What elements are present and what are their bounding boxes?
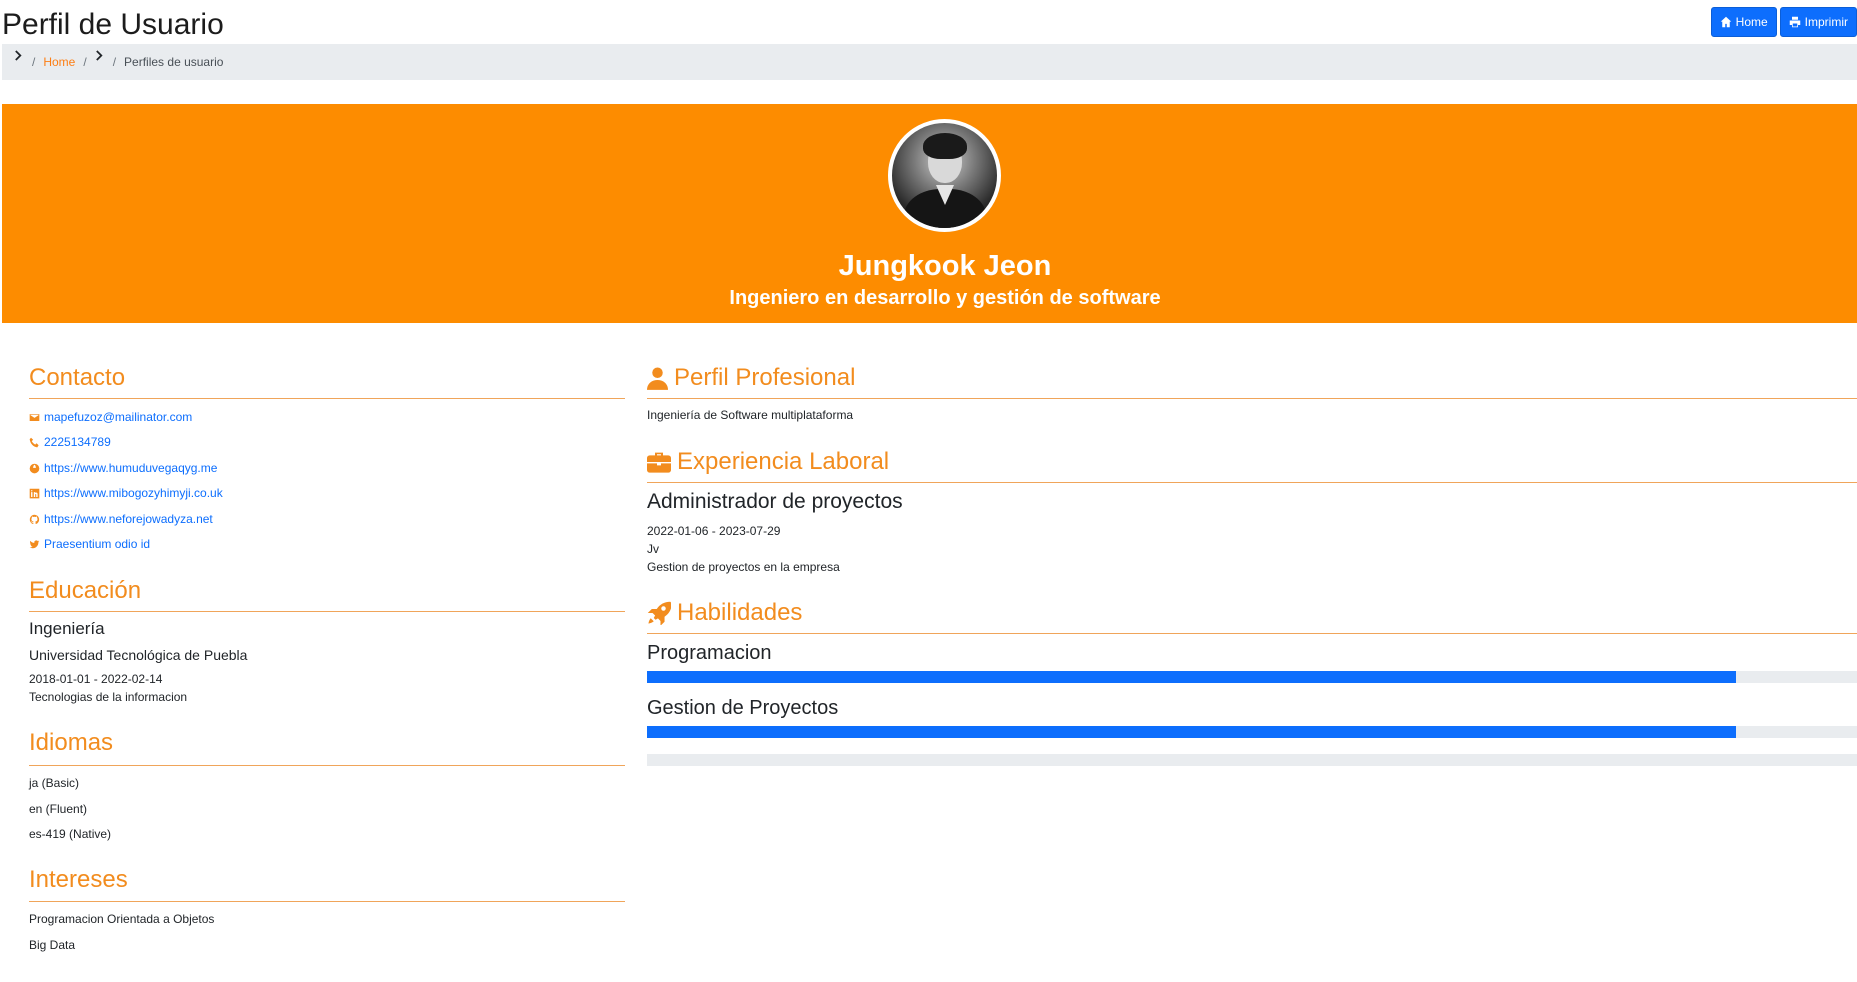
education-dates: 2018-01-01 - 2022-02-14: [29, 672, 163, 686]
home-icon: [1720, 16, 1731, 28]
language-item: es-419 (Native): [29, 827, 112, 841]
contact-phone-link[interactable]: 2225134789: [29, 435, 111, 449]
skill-progress-fill: [647, 671, 1736, 683]
breadcrumb-home-link[interactable]: Home: [43, 55, 75, 69]
professional-profile-divider: [647, 398, 1857, 399]
print-button-label: Imprimir: [1804, 15, 1848, 29]
skill-name: Gestion de Proyectos: [647, 697, 839, 719]
skill-progress-bar: [647, 671, 1857, 683]
github-icon: [29, 514, 40, 524]
skills-heading: Habilidades: [647, 599, 802, 627]
contact-website-link[interactable]: https://www.humuduvegaqyg.me: [29, 461, 217, 475]
professional-profile-text: Ingeniería de Software multiplataforma: [647, 408, 854, 422]
envelope-icon: [29, 413, 40, 421]
rocket-icon: [647, 601, 671, 625]
language-item: en (Fluent): [29, 802, 88, 816]
experience-heading: Experiencia Laboral: [647, 448, 889, 476]
experience-company: Jv: [647, 542, 659, 556]
breadcrumb-separator: /: [32, 55, 36, 69]
avatar: [888, 119, 1001, 232]
skills-divider: [647, 633, 1857, 634]
education-degree: Ingeniería: [29, 619, 105, 638]
interests-divider: [29, 901, 625, 902]
interests-heading: Intereses: [29, 866, 128, 893]
experience-description: Gestion de proyectos en la empresa: [647, 560, 840, 574]
professional-profile-heading: Perfil Profesional: [647, 364, 855, 392]
page-title: Perfil de Usuario: [2, 8, 224, 41]
skill-name: Programacion: [647, 642, 772, 664]
contact-twitter-link[interactable]: Praesentium odio id: [29, 537, 150, 551]
languages-heading: Idiomas: [29, 729, 114, 756]
education-divider: [29, 611, 625, 612]
chevron-right-icon: [14, 50, 24, 62]
skill-progress-bar: [647, 754, 1857, 766]
experience-title: Administrador de proyectos: [647, 490, 903, 513]
education-heading: Educación: [29, 577, 142, 604]
contact-email-link[interactable]: mapefuzoz@mailinator.com: [29, 410, 192, 424]
languages-divider: [29, 765, 625, 766]
language-item: ja (Basic): [29, 776, 80, 790]
skill-progress-fill: [647, 726, 1736, 738]
home-button-label: Home: [1735, 15, 1768, 29]
contact-heading: Contacto: [29, 364, 126, 391]
experience-divider: [647, 482, 1857, 483]
interest-item: Programacion Orientada a Objetos: [29, 912, 215, 926]
home-button[interactable]: Home: [1710, 7, 1777, 37]
education-field: Tecnologias de la informacion: [29, 690, 188, 704]
contact-github-link[interactable]: https://www.neforejowadyza.net: [29, 512, 213, 526]
briefcase-icon: [647, 452, 671, 473]
chevron-right-icon: [95, 50, 105, 62]
printer-icon: [1789, 16, 1800, 28]
interest-item: Big Data: [29, 938, 76, 952]
twitter-icon: [29, 539, 40, 548]
skill-progress-bar: [647, 726, 1857, 738]
experience-dates: 2022-01-06 - 2023-07-29: [647, 524, 781, 538]
user-icon: [647, 367, 668, 390]
top-actions: Home Imprimir: [1710, 7, 1857, 37]
contact-divider: [29, 398, 625, 399]
profile-name: Jungkook Jeon: [838, 250, 1052, 282]
profile-role: Ingeniero en desarrollo y gestión de sof…: [729, 287, 1161, 309]
linkedin-icon: [29, 488, 40, 498]
print-button[interactable]: Imprimir: [1779, 7, 1857, 37]
education-school: Universidad Tecnológica de Puebla: [29, 647, 248, 663]
phone-icon: [29, 437, 39, 447]
globe-icon: [29, 463, 40, 473]
breadcrumb: / Home / / Perfiles de usuario: [2, 44, 1857, 80]
breadcrumb-separator: /: [83, 55, 87, 69]
breadcrumb-current: Perfiles de usuario: [124, 55, 224, 69]
contact-linkedin-link[interactable]: https://www.mibogozyhimyji.co.uk: [29, 486, 223, 500]
breadcrumb-separator: /: [112, 55, 117, 69]
